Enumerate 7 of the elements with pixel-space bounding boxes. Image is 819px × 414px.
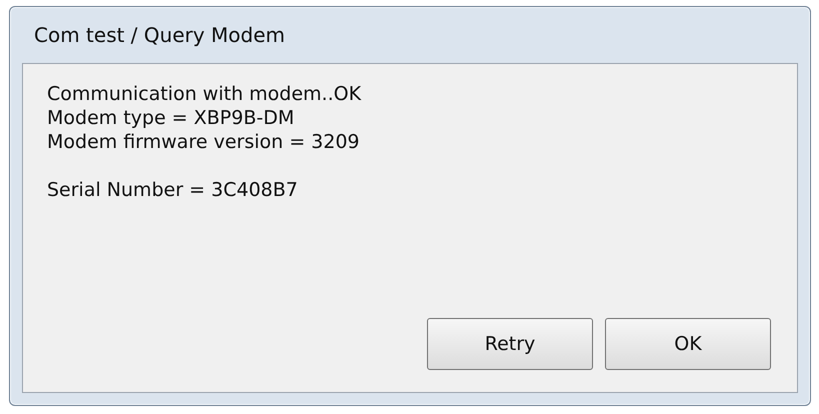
message-line: Serial Number = 3C408B7 — [47, 178, 299, 202]
dialog-button[interactable]: Retry — [427, 318, 593, 370]
message-line: Communication with modem..OK — [47, 82, 362, 106]
dialog-button[interactable]: OK — [605, 318, 771, 370]
message-line: Modem firmware version = 3209 — [47, 130, 361, 154]
message-line: Modem type = XBP9B-DM — [47, 106, 296, 130]
window-title: Com test / Query Modem — [33, 22, 286, 49]
